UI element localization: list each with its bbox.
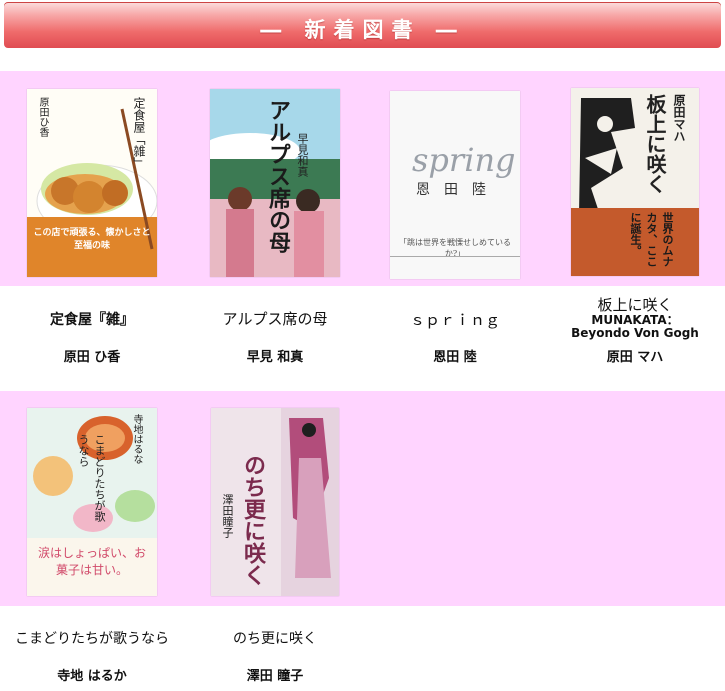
cover-vertical-author: 原田ひ香 (37, 97, 48, 137)
book-cover-alps[interactable]: アルプス席の母 早見和真 (210, 89, 340, 277)
book-author: 澤田 瞳子 (246, 669, 304, 684)
cover-vertical-author: 恩田陸 (416, 182, 500, 198)
book-title-line3[interactable]: Beyondo Von Gogh (555, 326, 715, 340)
book-cover-bankjou[interactable]: 板上に咲く 原田マハ 世界のムナカタ、ここに誕生。 (571, 88, 699, 276)
book-title[interactable]: こまどりたちが歌うなら (0, 628, 184, 648)
cover-subtitle: 世界のムナカタ、ここに誕生。 (629, 212, 674, 267)
book-cover-teishokuya[interactable]: 定食屋「雑」 原田ひ香 この店で頑張る、懐かしさと至福の味 (27, 89, 157, 277)
book-author: 早見 和真 (246, 350, 304, 365)
cover-vertical-author: 澤田瞳子 (221, 494, 234, 538)
cover-band-text: 涙はしょっぱい、お菓子は甘い。 (37, 546, 146, 577)
book-cover-komadori[interactable]: こまどりたちが歌うなら 寺地はるな 涙はしょっぱい、お菓子は甘い。 (27, 408, 157, 596)
book-title[interactable]: 定食屋『雑』 (30, 309, 154, 329)
cover-vertical-author: 寺地はるな (131, 414, 142, 464)
book-cover-spring[interactable]: spring 恩田陸 「跳は世界を戦慄せしめているか?」 (390, 91, 520, 279)
cover-vertical-title: こまどりたちが歌うなら (77, 434, 106, 522)
cover-vertical-title: 定食屋「雑」 (132, 97, 146, 169)
cover-band-text: この店で頑張る、懐かしさと至福の味 (33, 228, 151, 251)
band-divider (390, 256, 520, 257)
book-author: 恩田 陸 (433, 350, 477, 365)
cover-vertical-author: 原田マハ (672, 94, 686, 142)
book-title[interactable]: のち更に咲く (200, 628, 350, 648)
cover-vertical-title: のち更に咲く (240, 454, 266, 586)
cover-word: spring (412, 141, 516, 179)
cover-vertical-title: アルプス席の母 (265, 99, 291, 253)
book-author: 寺地 はるか (57, 669, 127, 684)
book-author: 原田 ひ香 (63, 350, 121, 365)
book-title[interactable]: アルプス席の母 (200, 308, 350, 329)
book-author: 原田 マハ (606, 350, 664, 365)
book-cover-nochi[interactable]: のち更に咲く 澤田瞳子 (211, 408, 339, 596)
cover-vertical-title: 板上に咲く (643, 94, 667, 194)
page-title: ― 新着図書 ― (260, 18, 465, 42)
cover-vertical-author: 早見和真 (296, 133, 309, 177)
book-title[interactable]: ｓｐｒｉｎｇ (380, 309, 530, 330)
header-banner: ― 新着図書 ― (4, 2, 721, 48)
